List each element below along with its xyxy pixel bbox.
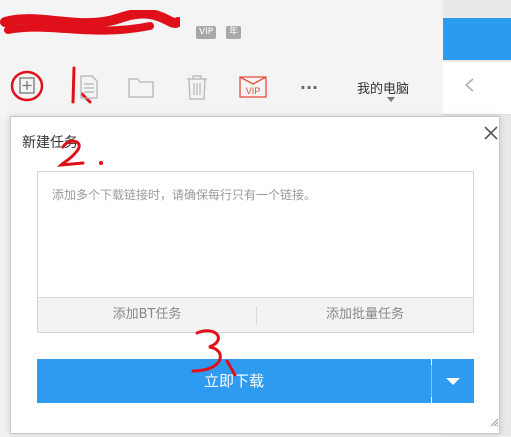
right-panel-nav (443, 62, 511, 115)
task-type-bar: 添加BT任务 添加批量任务 (37, 297, 474, 333)
svg-text:VIP: VIP (246, 86, 261, 96)
new-task-button[interactable] (10, 70, 44, 104)
top-toolbar: VIP 年 VIP ··· 我的电脑 (0, 0, 443, 118)
download-options-dropdown[interactable] (432, 359, 474, 403)
document-button[interactable] (72, 70, 106, 104)
my-computer-dropdown[interactable]: 我的电脑 (357, 78, 409, 97)
vip-button[interactable]: VIP (236, 70, 270, 104)
folder-icon (128, 78, 154, 98)
chevron-left-icon[interactable] (463, 78, 477, 92)
folder-button[interactable] (124, 70, 158, 104)
vip-icon: VIP (239, 76, 267, 98)
close-icon[interactable] (481, 123, 501, 143)
chevron-down-icon (387, 97, 395, 102)
document-icon (80, 75, 98, 99)
annotation-step2 (57, 139, 103, 167)
plus-icon (10, 70, 44, 102)
right-panel-tab[interactable] (443, 18, 511, 60)
resize-handle-icon[interactable] (489, 417, 499, 427)
delete-button[interactable] (180, 70, 214, 104)
textarea-placeholder: 添加多个下载链接时，请确保每行只有一个链接。 (52, 188, 317, 202)
more-button[interactable]: ··· (292, 70, 326, 104)
vip-badge: VIP (196, 26, 217, 39)
redacted-username (0, 10, 180, 35)
trash-icon (187, 75, 207, 100)
add-batch-task-button[interactable]: 添加批量任务 (257, 298, 473, 332)
year-badge: 年 (226, 26, 242, 39)
annotation-step3 (191, 329, 237, 377)
new-task-dialog: 新建任务 添加多个下载链接时，请确保每行只有一个链接。 添加BT任务 添加批量任… (10, 116, 500, 434)
